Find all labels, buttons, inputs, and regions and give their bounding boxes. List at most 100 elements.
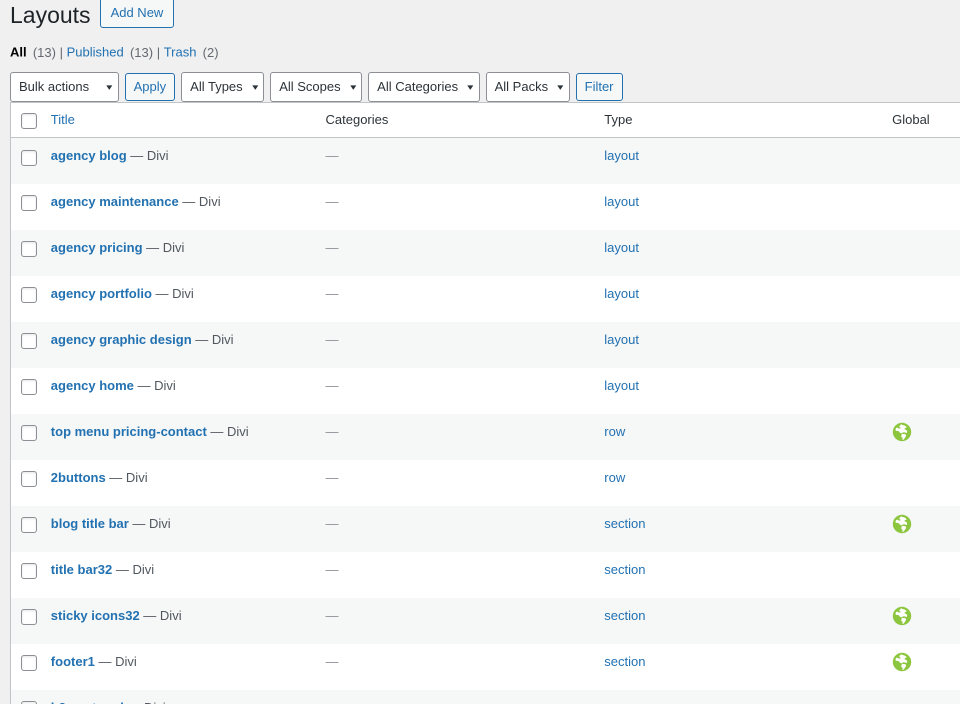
all-packs-select[interactable]: All Packs ▾: [485, 72, 570, 102]
row-title-cell: agency blog — Divi: [40, 137, 316, 184]
row-title-cell: agency portfolio — Divi: [40, 275, 316, 322]
row-categories-cell: —: [315, 367, 595, 414]
chevron-down-icon: ▾: [467, 82, 474, 92]
row-select-cell: [10, 551, 41, 598]
select-all-checkbox[interactable]: [21, 112, 37, 129]
bulk-actions-select[interactable]: Bulk actions ▾: [10, 72, 119, 102]
row-categories-cell: —: [315, 551, 595, 598]
table-row: agency portfolio — Divi — layout: [10, 275, 960, 322]
row-title-link[interactable]: footer1: [51, 654, 95, 669]
row-global-cell: [882, 551, 960, 598]
status-link-published[interactable]: Published: [67, 42, 127, 62]
row-select-cell: [10, 459, 41, 506]
row-type-link[interactable]: layout: [604, 286, 639, 301]
row-checkbox[interactable]: [21, 517, 37, 534]
status-link-all[interactable]: All: [10, 42, 29, 62]
row-title-link[interactable]: 2buttons: [51, 470, 106, 485]
row-type-link[interactable]: layout: [604, 332, 639, 347]
all-types-select[interactable]: All Types ▾: [181, 72, 265, 102]
table-toolbar: Bulk actions ▾ Apply All Types ▾ All Sco…: [10, 70, 960, 102]
row-title-link[interactable]: agency maintenance: [51, 194, 179, 209]
row-type-link[interactable]: row: [604, 424, 625, 439]
row-global-cell: [882, 321, 960, 368]
row-checkbox[interactable]: [21, 471, 37, 488]
add-new-button[interactable]: Add New: [99, 0, 175, 28]
row-categories-cell: —: [315, 137, 595, 184]
all-categories-select[interactable]: All Categories ▾: [368, 72, 480, 102]
row-categories-cell: —: [315, 505, 595, 552]
row-type-link[interactable]: row: [604, 700, 625, 704]
row-type-link[interactable]: row: [604, 470, 625, 485]
table-row: title bar32 — Divi — section: [10, 551, 960, 598]
chevron-down-icon: ▾: [106, 82, 113, 92]
row-checkbox[interactable]: [21, 195, 37, 212]
table-row: h2 centered — Divi — row: [10, 689, 960, 704]
row-type-link[interactable]: layout: [604, 194, 639, 209]
row-type-cell: layout: [594, 229, 883, 276]
row-checkbox[interactable]: [21, 379, 37, 396]
row-title-suffix: — Divi: [178, 193, 221, 209]
table-body: agency blog — Divi — layout agency maintena…: [10, 137, 960, 704]
row-type-link[interactable]: section: [604, 516, 645, 531]
row-type-link[interactable]: layout: [604, 240, 639, 255]
row-categories-value: —: [325, 607, 339, 623]
table-row: agency maintenance — Divi — layout: [10, 183, 960, 230]
chevron-down-icon: ▾: [349, 82, 356, 92]
admin-page-wrap: Layouts Add New All (13) | Published (13…: [0, 0, 960, 704]
row-type-link[interactable]: section: [604, 562, 645, 577]
sort-title-link[interactable]: Title: [51, 112, 75, 127]
row-checkbox[interactable]: [21, 241, 37, 258]
filter-button[interactable]: Filter: [575, 73, 623, 101]
row-select-cell: [10, 275, 41, 322]
row-checkbox[interactable]: [21, 149, 37, 166]
row-title-link[interactable]: agency graphic design: [51, 332, 192, 347]
global-icon[interactable]: [892, 515, 912, 534]
row-checkbox[interactable]: [21, 333, 37, 350]
row-categories-value: —: [325, 377, 339, 393]
row-global-cell: [882, 597, 960, 644]
column-header-categories: Categories: [315, 102, 595, 139]
globe-icon-svg: [892, 607, 912, 626]
row-title-suffix: — Divi: [142, 239, 185, 255]
row-title-link[interactable]: top menu pricing-contact: [51, 424, 207, 439]
row-type-link[interactable]: section: [604, 654, 645, 669]
row-checkbox[interactable]: [21, 425, 37, 442]
table-row: footer1 — Divi — section: [10, 643, 960, 690]
all-scopes-select[interactable]: All Scopes ▾: [270, 72, 363, 102]
row-categories-value: —: [325, 331, 339, 347]
row-checkbox[interactable]: [21, 609, 37, 626]
row-select-cell: [10, 183, 41, 230]
status-count-trash: (2): [202, 45, 219, 60]
global-icon[interactable]: [892, 653, 912, 672]
row-title-suffix: — Divi: [206, 423, 249, 439]
row-type-cell: layout: [594, 183, 883, 230]
row-title-link[interactable]: title bar32: [51, 562, 112, 577]
row-categories-cell: —: [315, 229, 595, 276]
row-select-cell: [10, 137, 41, 184]
global-icon[interactable]: [892, 607, 912, 626]
row-type-link[interactable]: section: [604, 608, 645, 623]
row-title-link[interactable]: h2 centered: [51, 700, 124, 704]
row-categories-value: —: [325, 469, 339, 485]
all-categories-label: All Categories: [377, 79, 459, 94]
row-title-link[interactable]: blog title bar: [51, 516, 129, 531]
row-checkbox[interactable]: [21, 655, 37, 672]
row-title-link[interactable]: agency portfolio: [51, 286, 152, 301]
status-separator-1: |: [59, 45, 63, 60]
row-title-link[interactable]: agency blog: [51, 148, 127, 163]
row-type-link[interactable]: layout: [604, 148, 639, 163]
row-type-link[interactable]: layout: [604, 378, 639, 393]
chevron-down-icon: ▾: [557, 82, 564, 92]
row-select-cell: [10, 689, 41, 704]
row-title-link[interactable]: agency home: [51, 378, 134, 393]
apply-button[interactable]: Apply: [124, 73, 176, 101]
row-title-link[interactable]: sticky icons32: [51, 608, 140, 623]
global-icon[interactable]: [892, 423, 912, 442]
row-checkbox[interactable]: [21, 563, 37, 580]
row-title-link[interactable]: agency pricing: [51, 240, 143, 255]
status-link-trash[interactable]: Trash: [164, 42, 199, 62]
row-checkbox[interactable]: [21, 287, 37, 304]
status-link-trash-item: Trash (2): [164, 40, 219, 66]
row-global-cell: [882, 643, 960, 690]
table-row: agency home — Divi — layout: [10, 367, 960, 414]
